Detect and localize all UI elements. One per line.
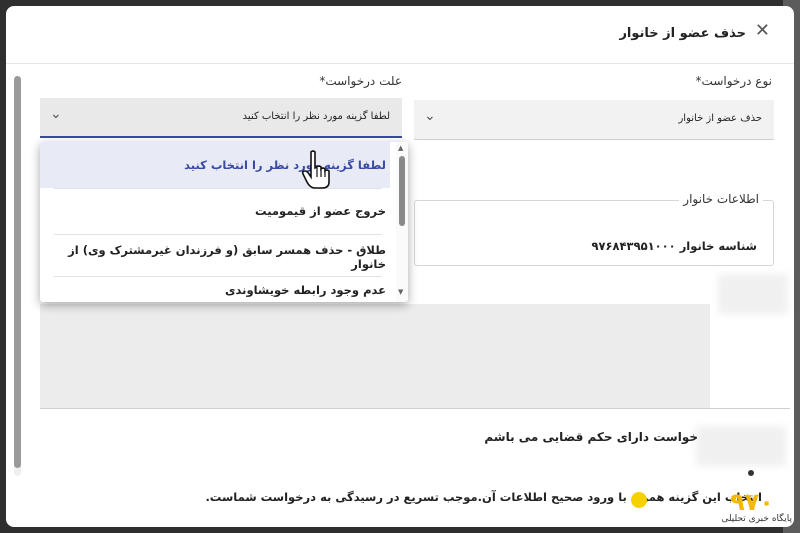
family-id: شناسه خانوار ۹۷۶۸۴۳۹۵۱۰۰۰ xyxy=(591,239,757,253)
reason-label: علت درخواست* xyxy=(319,74,402,88)
reason-dropdown-list[interactable]: لطفا گزینه مورد نظر را انتخاب کنید خروج … xyxy=(40,142,408,302)
request-type-value: حذف عضو از خانوار xyxy=(678,113,762,124)
dropdown-scrollbar[interactable]: ▲ ▼ xyxy=(396,142,408,302)
hand-cursor-icon xyxy=(302,150,330,189)
dropdown-option[interactable]: عدم وجود رابطه خویشاوندی xyxy=(40,276,390,302)
cursor-highlight xyxy=(631,492,647,508)
request-type-label: نوع درخواست* xyxy=(695,74,772,88)
bullet-icon xyxy=(748,470,754,476)
divider xyxy=(40,408,790,409)
scroll-down-icon[interactable]: ▼ xyxy=(398,288,403,296)
watermark-logo: ٩٧٠ پایگاه خبری تحلیلی xyxy=(648,488,798,530)
reason-placeholder: لطفا گزینه مورد نظر را انتخاب کنید xyxy=(242,111,390,122)
scrollbar-thumb[interactable] xyxy=(399,156,405,226)
blurred-field xyxy=(696,426,786,466)
scroll-up-icon[interactable]: ▲ xyxy=(398,144,403,152)
reason-select[interactable]: لطفا گزینه مورد نظر را انتخاب کنید ⌄ xyxy=(40,98,402,138)
dropdown-option[interactable]: خروج عضو از قیمومیت xyxy=(40,188,390,234)
logo-caption: پایگاه خبری تحلیلی xyxy=(721,514,792,524)
dialog-scrollbar[interactable] xyxy=(14,76,21,476)
chevron-down-icon: ⌄ xyxy=(50,106,62,122)
dialog-header: حذف عضو از خانوار ✕ xyxy=(6,6,794,64)
court-order-label: خواست دارای حکم قضایی می باشم xyxy=(484,430,698,444)
dialog-title: حذف عضو از خانوار xyxy=(619,26,746,41)
request-type-select[interactable]: حذف عضو از خانوار ⌄ xyxy=(414,100,774,140)
close-icon[interactable]: ✕ xyxy=(755,20,770,41)
blurred-field xyxy=(718,274,788,314)
chevron-down-icon: ⌄ xyxy=(424,108,436,124)
family-info-box: اطلاعات خانوار شناسه خانوار ۹۷۶۸۴۳۹۵۱۰۰۰ xyxy=(414,192,774,266)
logo-mark: ٩٧٠ xyxy=(730,488,774,516)
dropdown-option[interactable]: لطفا گزینه مورد نظر را انتخاب کنید xyxy=(40,142,390,188)
dropdown-option[interactable]: طلاق - حذف همسر سابق (و فرزندان غیرمشترک… xyxy=(40,234,390,280)
textarea-field[interactable] xyxy=(40,304,710,408)
scrollbar-thumb[interactable] xyxy=(14,76,21,468)
family-info-legend: اطلاعات خانوار xyxy=(679,192,763,206)
